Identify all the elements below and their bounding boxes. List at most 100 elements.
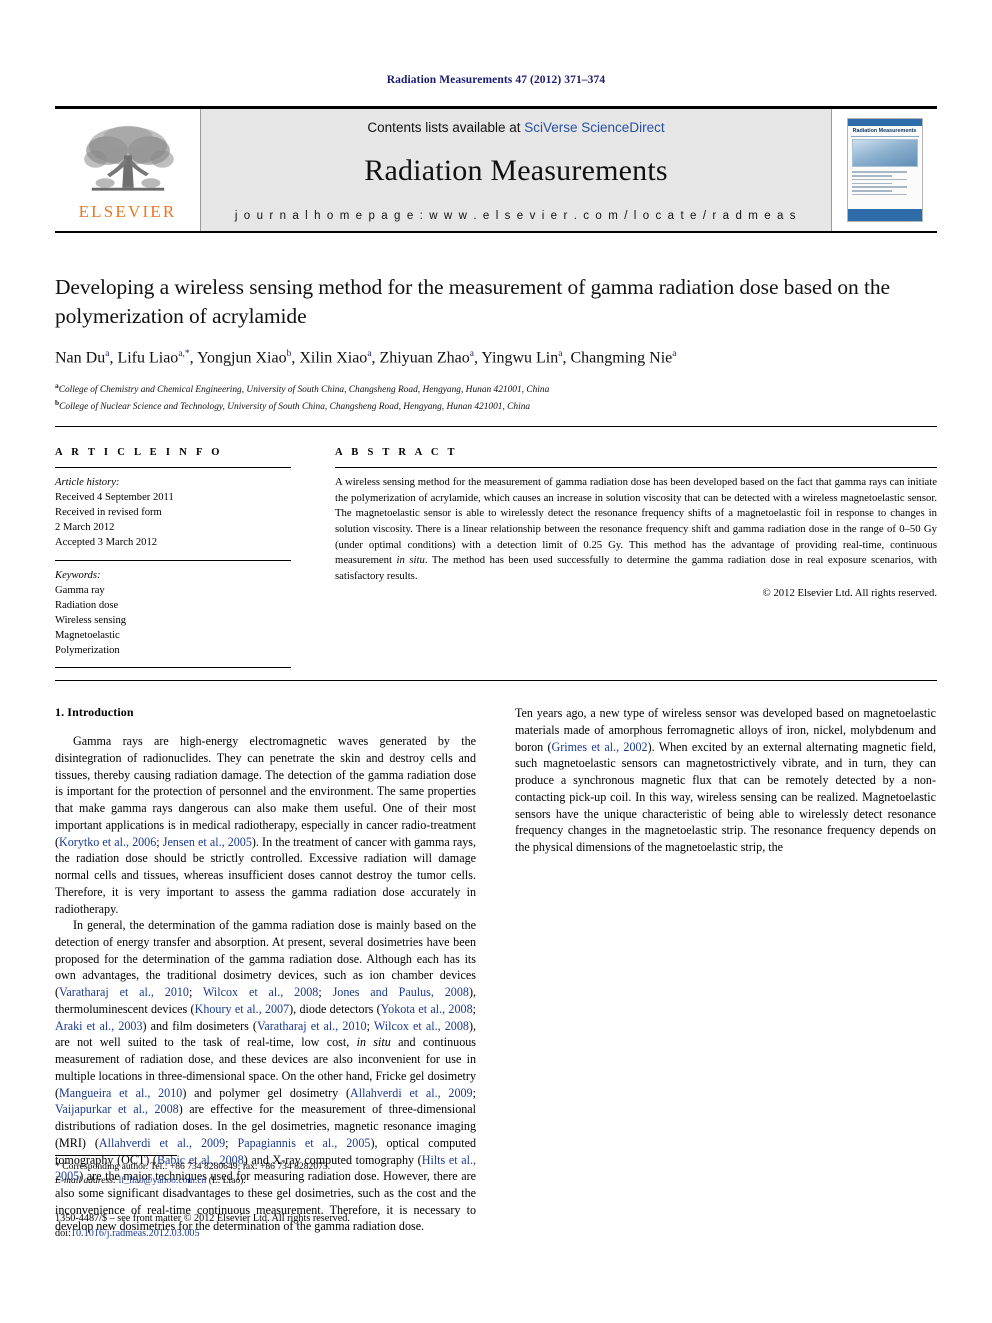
article-history-block: Article history: Received 4 September 20… <box>55 475 291 550</box>
intro-paragraph-3-continued: Ten years ago, a new type of wireless se… <box>515 705 936 856</box>
author-affiliation-marker: a <box>558 349 563 360</box>
journal-masthead: ELSEVIER Contents lists available at Sci… <box>55 106 937 233</box>
article-info-rule <box>55 466 291 468</box>
abstract-part-2: . The method has been used successfully … <box>335 554 937 583</box>
history-item: 2 March 2012 <box>55 521 115 533</box>
author-name[interactable]: Yingwu Lin <box>481 350 558 367</box>
citation-allahverdi-2[interactable]: Allahverdi et al., 2009 <box>99 1136 225 1150</box>
footnote-rule <box>55 1155 177 1156</box>
cover-text-lines <box>848 169 922 196</box>
author-affiliation-marker: a <box>367 349 372 360</box>
p2-sep-3: ; <box>472 1001 476 1016</box>
keyword-item: Gamma ray <box>55 585 105 596</box>
abstract-rule <box>335 466 937 468</box>
author-affiliation-marker: a,* <box>178 349 190 360</box>
abstract-text: A wireless sensing method for the measur… <box>335 475 937 585</box>
author-name[interactable]: Yongjun Xiao <box>197 350 287 367</box>
cover-illustration <box>851 139 918 168</box>
author-list: Nan Dua, Lifu Liaoa,*, Yongjun Xiaob, Xi… <box>55 349 677 367</box>
intro-paragraph-1: Gamma rays are high-energy electromagnet… <box>55 733 476 917</box>
author-name[interactable]: Zhiyuan Zhao <box>380 350 470 367</box>
footnote-block: * Corresponding author. Tel.: +86 734 82… <box>55 1155 476 1188</box>
citation-araki[interactable]: Araki et al., 2003 <box>55 1019 143 1033</box>
affiliation-text: College of Chemistry and Chemical Engine… <box>58 385 550 396</box>
author-name[interactable]: Xilin Xiao <box>299 350 367 367</box>
body-column-right: Ten years ago, a new type of wireless se… <box>515 705 936 1235</box>
email-label: E-mail address: <box>55 1174 117 1186</box>
keywords-rule-top <box>55 559 291 561</box>
paper-page: Radiation Measurements 47 (2012) 371–374 <box>0 0 992 1323</box>
author-affiliation-marker: a <box>105 349 110 360</box>
contents-prefix: Contents lists available at <box>367 120 525 135</box>
author-name[interactable]: Nan Du <box>55 350 105 367</box>
body-separator-rule <box>55 680 937 682</box>
journal-homepage-url[interactable]: j o u r n a l h o m e p a g e : w w w . … <box>235 210 797 222</box>
running-head: Radiation Measurements 47 (2012) 371–374 <box>386 74 606 86</box>
cover-top-band <box>847 119 922 126</box>
citation-vaijapurkar[interactable]: Vaijapurkar et al., 2008 <box>55 1102 179 1116</box>
author-name[interactable]: Changming Nie <box>570 350 672 367</box>
author-affiliation-marker: a <box>469 349 474 360</box>
journal-cover-thumbnail[interactable]: Radiation Measurements <box>846 118 923 222</box>
citation-jensen[interactable]: Jensen et al., 2005 <box>163 835 252 849</box>
p2-text-c: ), diode detectors ( <box>289 1001 381 1016</box>
author-affiliation-marker: a <box>672 349 677 360</box>
citation-wilcox-1[interactable]: Wilcox et al., 2008 <box>203 985 318 999</box>
footer-block: 1350-4487/$ – see front matter © 2012 El… <box>55 1211 485 1242</box>
p2-text-d: ) and film dosimeters ( <box>142 1018 257 1033</box>
author-affiliation-marker: b <box>286 349 292 360</box>
page-title: Developing a wireless sensing method for… <box>55 275 890 328</box>
journal-cover-container: Radiation Measurements <box>832 109 937 231</box>
history-item: Received in revised form <box>55 506 162 518</box>
contents-available-line: Contents lists available at SciVerse Sci… <box>367 120 664 135</box>
email-link[interactable]: lf_liao@yahoo.com.cn <box>119 1175 207 1186</box>
keyword-item: Radiation dose <box>55 600 119 612</box>
info-abstract-row: A R T I C L E I N F O Article history: R… <box>55 427 937 676</box>
citation-jones-paulus[interactable]: Jones and Paulus, 2008 <box>333 985 469 999</box>
abstract-column: A B S T R A C T A wireless sensing metho… <box>313 447 937 668</box>
citation-khoury[interactable]: Khoury et al., 2007 <box>195 1002 290 1016</box>
issn-copyright-line: 1350-4487/$ – see front matter © 2012 El… <box>55 1213 350 1224</box>
keywords-label: Keywords: <box>55 569 101 581</box>
corresponding-author-note: * Corresponding author. Tel.: +86 734 82… <box>55 1161 331 1172</box>
article-info-column: A R T I C L E I N F O Article history: R… <box>55 447 313 669</box>
keywords-block: Keywords: Gamma ray Radiation dose Wirel… <box>55 568 291 658</box>
citation-grimes[interactable]: Grimes et al., 2002 <box>552 740 648 754</box>
citation-yokota[interactable]: Yokota et al., 2008 <box>381 1002 473 1016</box>
keyword-item: Polymerization <box>55 645 120 657</box>
email-note: E-mail address: lf_liao@yahoo.com.cn (L.… <box>55 1174 476 1188</box>
affiliation-text: College of Nuclear Science and Technolog… <box>59 402 531 413</box>
affiliation-b: bCollege of Nuclear Science and Technolo… <box>55 398 937 415</box>
abstract-copyright: © 2012 Elsevier Ltd. All rights reserved… <box>762 586 937 599</box>
p2-sep-2: ; <box>318 985 333 1000</box>
p2-sep-5: ; <box>472 1085 476 1100</box>
history-item: Received 4 September 2011 <box>55 491 174 503</box>
doi-line: doi:10.1016/j.radmeas.2012.03.005 <box>55 1226 485 1241</box>
author-name[interactable]: Lifu Liao <box>117 350 178 367</box>
elsevier-tree-icon <box>83 125 174 191</box>
article-history-label: Article history: <box>55 476 120 488</box>
cover-bottom-band <box>847 209 922 221</box>
p2-sep-1: ; <box>188 985 203 1000</box>
doi-label: doi: <box>55 1228 71 1240</box>
sciencedirect-link[interactable]: SciVerse ScienceDirect <box>524 120 664 135</box>
abstract-part-1: A wireless sensing method for the measur… <box>335 475 937 567</box>
title-block: Developing a wireless sensing method for… <box>55 233 937 427</box>
citation-korytko[interactable]: Korytko et al., 2006 <box>59 835 156 849</box>
citation-varatharaj-2[interactable]: Varatharaj et al., 2010 <box>257 1019 367 1033</box>
cover-journal-title: Radiation Measurements <box>852 128 917 134</box>
keyword-item: Magnetoelastic <box>55 630 120 642</box>
citation-wilcox-2[interactable]: Wilcox et al., 2008 <box>374 1019 469 1033</box>
abstract-heading: A B S T R A C T <box>335 446 458 458</box>
citation-papagiannis[interactable]: Papagiannis et al., 2005 <box>237 1136 370 1150</box>
citation-allahverdi-1[interactable]: Allahverdi et al., 2009 <box>350 1086 473 1100</box>
keyword-item: Wireless sensing <box>55 615 127 627</box>
p1-text-a: Gamma rays are high-energy electromagnet… <box>55 734 476 849</box>
section-title-introduction: 1. Introduction <box>55 705 134 720</box>
affiliation-a: aCollege of Chemistry and Chemical Engin… <box>55 381 937 398</box>
p3-text-b: ). When excited by an external alternati… <box>515 739 936 855</box>
abstract-in-situ: in situ <box>396 554 425 567</box>
doi-value[interactable]: 10.1016/j.radmeas.2012.03.005 <box>71 1228 200 1239</box>
citation-mangueira[interactable]: Mangueira et al., 2010 <box>59 1086 182 1100</box>
citation-varatharaj-1[interactable]: Varatharaj et al., 2010 <box>59 985 189 999</box>
